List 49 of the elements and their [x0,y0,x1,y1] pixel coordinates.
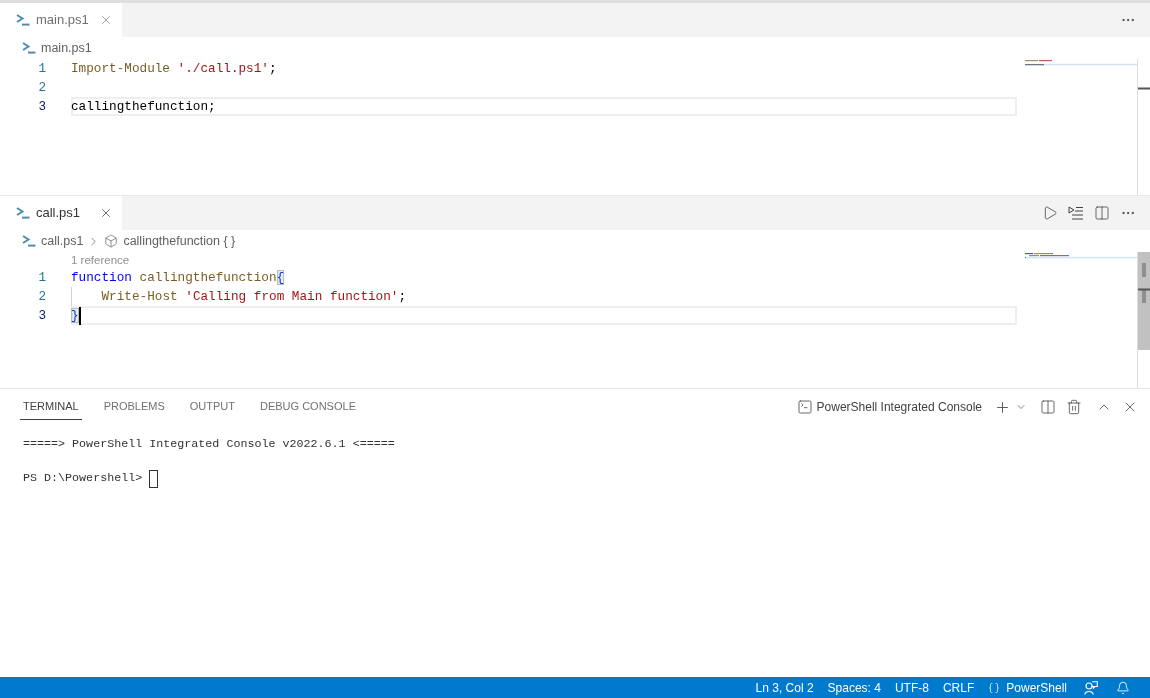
bell-icon [1116,680,1130,695]
person-bubble-icon [1084,680,1098,695]
trash-icon [1066,399,1082,415]
status-item[interactable]: Ln 3, Col 2 [748,677,821,698]
terminal-selector[interactable]: PowerShell Integrated Console [796,398,982,416]
line-number: 3 [37,307,46,325]
line-number: 1 [37,60,46,78]
terminal-prompt-icon [16,207,30,219]
braces-icon [988,681,1001,694]
split-icon [1094,205,1110,221]
terminal-prompt-icon [16,14,30,26]
code-line: callingthefunction; [71,98,216,116]
scrollbar[interactable] [1137,252,1150,388]
status-item[interactable]: PowerShell [981,677,1074,698]
cube-icon [104,234,119,248]
terminal-prompt: PS D:\Powershell> [23,470,143,487]
status-item[interactable]: CRLF [935,677,982,698]
codelens-link[interactable]: 1 reference [71,252,130,268]
line-number: 2 [37,79,46,97]
panel-tab[interactable]: PROBLEMS [100,394,168,420]
breadcrumb-item[interactable]: callingthefunction { } [104,231,236,251]
status-item[interactable]: Spaces: 4 [820,677,888,698]
line-number: 1 [37,269,46,287]
line-number: 3 [37,98,46,116]
terminal-cursor [149,469,159,488]
close-icon[interactable] [99,13,113,27]
split-icon [1040,399,1056,415]
panel-tab[interactable]: OUTPUT [186,394,238,420]
minimap[interactable] [1025,59,1137,67]
minimap[interactable] [1025,252,1137,260]
terminal-output: =====> PowerShell Integrated Console v2022.6.1 <===== [23,436,395,453]
scrollbar[interactable] [1137,59,1150,195]
panel-tab[interactable]: TERMINAL [20,394,82,420]
play-lines-icon [1068,206,1084,220]
breadcrumb-item[interactable]: call.ps1 [22,231,84,251]
line-number: 2 [37,288,46,306]
editor-tab[interactable]: main.ps1 [0,3,122,37]
play-icon [1042,205,1058,221]
code-line: function callingthefunction{ [71,269,285,287]
terminal-prompt-icon [22,235,36,247]
breadcrumb-item[interactable]: main.ps1 [22,38,92,58]
terminal-icon [796,399,813,415]
editor-tab[interactable]: call.ps1 [0,196,122,230]
panel-tab[interactable]: DEBUG CONSOLE [257,394,359,420]
status-item[interactable]: UTF-8 [887,677,936,698]
code-line: Import-Module './call.ps1'; [71,60,277,78]
terminal-prompt-icon [22,42,36,54]
close-icon[interactable] [99,206,113,220]
code-line: Write-Host 'Calling from Main function'; [101,288,407,306]
